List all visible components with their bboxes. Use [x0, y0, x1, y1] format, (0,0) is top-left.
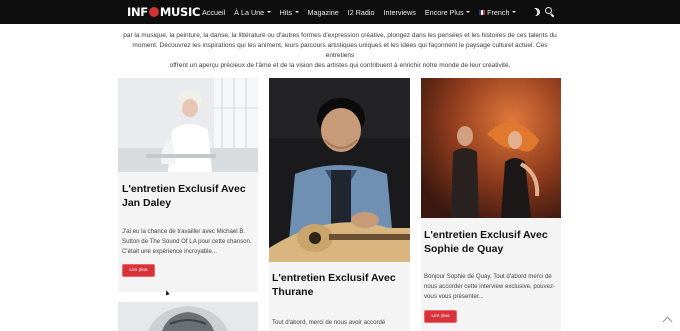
- article-image[interactable]: [118, 78, 258, 172]
- site-logo[interactable]: INF MUSIC: [127, 4, 200, 20]
- nav-item-accueil[interactable]: Accueil: [202, 8, 225, 17]
- article-card-jan-daley: L'entretien Exclusif Avec Jan Daley J'ai…: [118, 78, 258, 292]
- language-selector[interactable]: French: [479, 8, 516, 17]
- logo-text-right: MUSIC: [159, 5, 201, 19]
- article-image[interactable]: [269, 78, 410, 262]
- intro-line: par la musique, la peinture, la danse, l…: [123, 32, 557, 39]
- thurane-photo: [269, 78, 410, 262]
- logo-text-left: INF: [127, 5, 148, 19]
- main-menu: Accueil À La Une Hits Magazine I2 Radio …: [202, 0, 525, 24]
- jan-daley-photo: [118, 78, 258, 172]
- article-excerpt: J'ai eu la chance de travailler avec Mic…: [122, 228, 252, 255]
- article-card-partial: [118, 302, 258, 331]
- car-photo[interactable]: [118, 302, 258, 331]
- nav-item-label: À La Une: [234, 7, 265, 17]
- logo-o-mark: [148, 7, 159, 17]
- article-card-sophie-de-quay: L'entretien Exclusif Avec Sophie de Quay…: [421, 78, 561, 331]
- intro-line: offrent un aperçu précieux de l'âme et d…: [169, 62, 511, 69]
- article-excerpt: Bonjour Sophie de Quay, Tout d'abord mer…: [424, 273, 556, 300]
- article-title[interactable]: L'entretien Exclusif Avec Sophie de Quay: [424, 228, 557, 256]
- sophie-de-quay-photo: [421, 78, 561, 218]
- language-label: French: [487, 7, 510, 17]
- chevron-down-icon: [466, 11, 471, 13]
- article-excerpt: Tout d'abord, merci de nous avoir accord…: [272, 319, 386, 326]
- chevron-down-icon: [266, 11, 271, 13]
- scroll-to-top-icon[interactable]: [662, 316, 673, 327]
- article-title[interactable]: L'entretien Exclusif Avec Jan Daley: [122, 182, 254, 210]
- nav-item-label: Hits: [279, 7, 293, 17]
- chevron-down-icon: [511, 11, 516, 13]
- french-flag-icon: [479, 9, 486, 15]
- article-card-thurane: L'entretien Exclusif Avec Thurane Tout d…: [269, 78, 410, 331]
- nav-item-label: Encore Plus: [424, 7, 464, 17]
- nav-item-a-la-une[interactable]: À La Une: [234, 7, 271, 17]
- intro-paragraph: par la musique, la peinture, la danse, l…: [118, 31, 562, 71]
- nav-item-interviews[interactable]: Interviews: [383, 8, 415, 17]
- article-image[interactable]: [421, 78, 561, 218]
- read-more-button[interactable]: Lire plus: [424, 310, 457, 323]
- top-navigation-bar: INF MUSIC Accueil À La Une Hits Magazine …: [0, 0, 680, 24]
- nav-item-label: Accueil: [202, 7, 226, 17]
- nav-item-encore-plus[interactable]: Encore Plus: [424, 7, 471, 17]
- nav-item-magazine[interactable]: Magazine: [308, 8, 339, 17]
- search-icon[interactable]: [545, 7, 555, 17]
- nav-item-label: Interviews: [383, 7, 416, 17]
- article-title[interactable]: L'entretien Exclusif Avec Thurane: [272, 271, 406, 299]
- moon-icon[interactable]: [531, 7, 542, 18]
- chevron-down-icon: [294, 11, 299, 13]
- nav-item-label: I2 Radio: [347, 7, 375, 17]
- intro-line: moment. Découvrez les inspirations qui l…: [132, 42, 548, 59]
- nav-item-hits[interactable]: Hits: [280, 8, 299, 17]
- nav-item-i2-radio[interactable]: I2 Radio: [348, 8, 375, 17]
- nav-item-label: Magazine: [307, 7, 339, 17]
- read-more-button[interactable]: Lire plus: [122, 264, 155, 277]
